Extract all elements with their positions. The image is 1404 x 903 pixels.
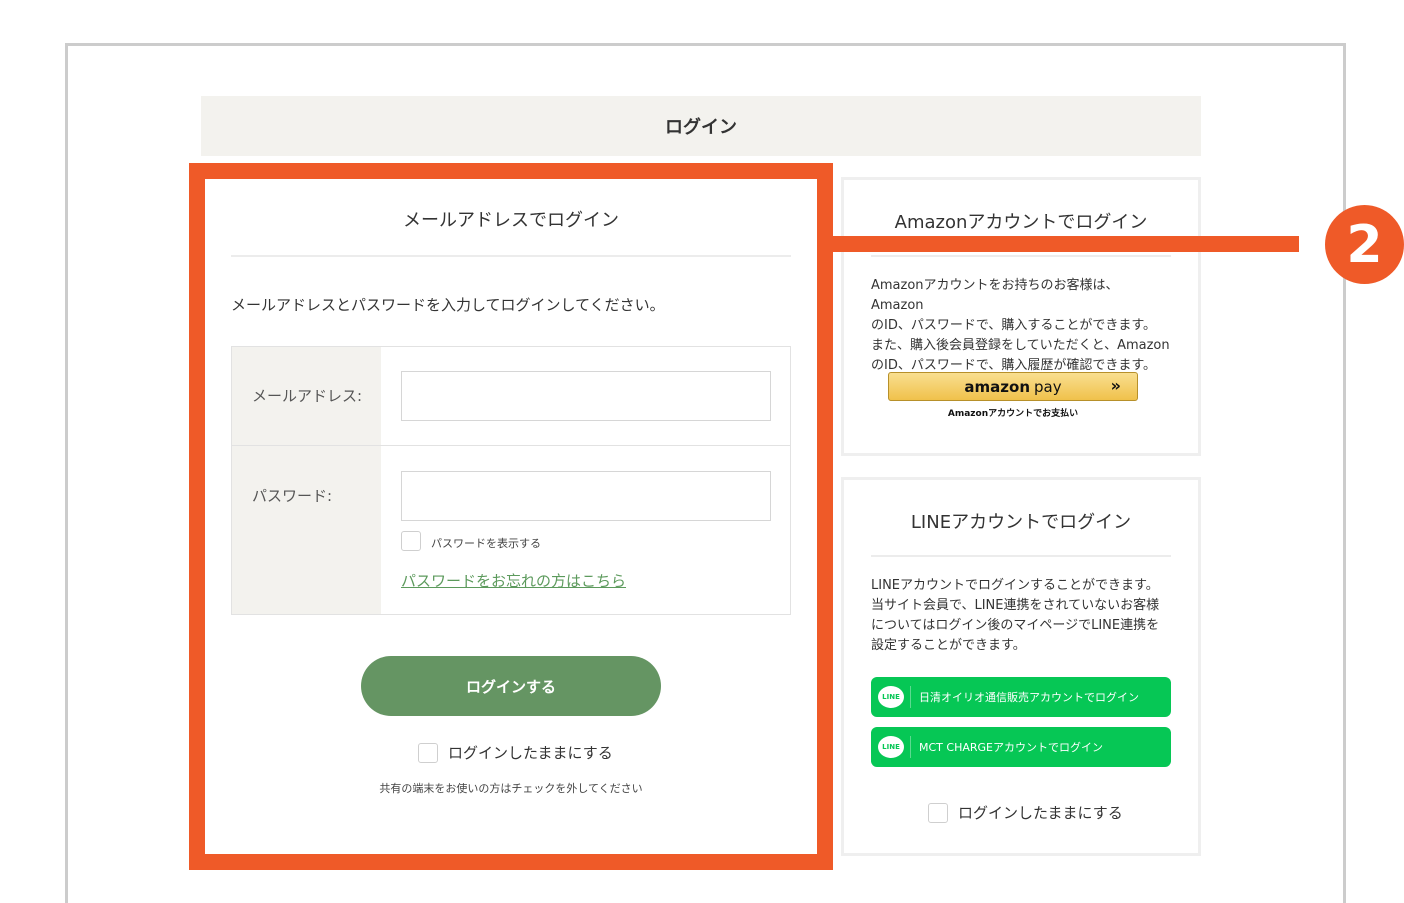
line-button-separator bbox=[910, 686, 911, 708]
form-row-separator bbox=[232, 445, 790, 446]
forgot-password-link[interactable]: パスワードをお忘れの方はこちら bbox=[401, 570, 626, 591]
line-login-nisshin-button[interactable]: LINE 日清オイリオ通信販売アカウントでログイン bbox=[871, 677, 1171, 717]
line-remember-checkbox[interactable] bbox=[928, 802, 948, 823]
page-title: ログイン bbox=[201, 96, 1201, 156]
amazon-pay-logo: amazon pay bbox=[964, 378, 1061, 396]
callout-number-badge: 2 bbox=[1325, 205, 1404, 284]
double-chevron-right-icon: » bbox=[1110, 376, 1121, 395]
amazon-pay-button[interactable]: amazon pay » bbox=[888, 372, 1138, 401]
amazon-description-line: のID、パスワードで、購入することができます。 bbox=[871, 318, 1157, 333]
line-remember-row: ログインしたままにする bbox=[928, 802, 1123, 823]
line-description-line: LINEアカウントでログインすることができます。 bbox=[871, 578, 1159, 593]
amazon-logo-text: amazon bbox=[964, 377, 1030, 396]
line-login-divider bbox=[871, 555, 1171, 557]
show-password-label: パスワードを表示する bbox=[431, 537, 541, 550]
line-button-separator bbox=[910, 736, 911, 758]
email-input[interactable] bbox=[401, 371, 771, 421]
amazon-login-title: Amazonアカウントでログイン bbox=[894, 212, 1148, 233]
line-remember-label: ログインしたままにする bbox=[958, 804, 1123, 822]
amazon-pay-text: pay bbox=[1034, 377, 1062, 396]
line-login-mct-button[interactable]: LINE MCT CHARGEアカウントでログイン bbox=[871, 727, 1171, 767]
login-form-table: メールアドレス: パスワード: パスワードを表示する パスワードをお忘れの方はこ… bbox=[231, 346, 791, 615]
line-description-line: 設定することができます。 bbox=[871, 638, 1026, 653]
line-login-title: LINEアカウントでログイン bbox=[910, 512, 1132, 533]
line-icon: LINE bbox=[878, 686, 904, 708]
amazon-description-line: また、購入後会員登録をしていただくと、Amazon bbox=[871, 338, 1170, 353]
password-input[interactable] bbox=[401, 471, 771, 521]
email-label: メールアドレス: bbox=[252, 387, 363, 405]
email-remember-row: ログインしたままにする bbox=[418, 742, 613, 763]
line-description-line: についてはログイン後のマイページでLINE連携を bbox=[871, 618, 1160, 633]
email-login-intro: メールアドレスとパスワードを入力してログインしてください。 bbox=[231, 296, 665, 314]
email-login-divider bbox=[231, 255, 791, 257]
show-password-checkbox[interactable] bbox=[401, 531, 421, 551]
line-icon: LINE bbox=[878, 736, 904, 758]
callout-line bbox=[833, 236, 1299, 252]
password-label: パスワード: bbox=[252, 487, 333, 505]
line-login-nisshin-label: 日清オイリオ通信販売アカウントでログイン bbox=[919, 691, 1139, 704]
amazon-description: Amazonアカウントをお持ちのお客様は、Amazon のID、パスワードで、購… bbox=[871, 276, 1171, 376]
amazon-login-divider bbox=[871, 255, 1171, 257]
email-remember-label: ログインしたままにする bbox=[448, 744, 613, 762]
line-description: LINEアカウントでログインすることができます。 当サイト会員で、LINE連携を… bbox=[871, 576, 1171, 656]
amazon-pay-caption: Amazonアカウントでお支払い bbox=[947, 409, 1079, 419]
login-button[interactable]: ログインする bbox=[361, 656, 661, 716]
line-description-line: 当サイト会員で、LINE連携をされていないお客様 bbox=[871, 598, 1160, 613]
shared-device-note: 共有の端末をお使いの方はチェックを外してください bbox=[379, 782, 643, 795]
amazon-description-line: Amazonアカウントをお持ちのお客様は、Amazon bbox=[871, 278, 1119, 313]
email-login-title: メールアドレスでログイン bbox=[403, 210, 619, 231]
email-remember-checkbox[interactable] bbox=[418, 742, 438, 763]
line-login-mct-label: MCT CHARGEアカウントでログイン bbox=[919, 741, 1103, 754]
